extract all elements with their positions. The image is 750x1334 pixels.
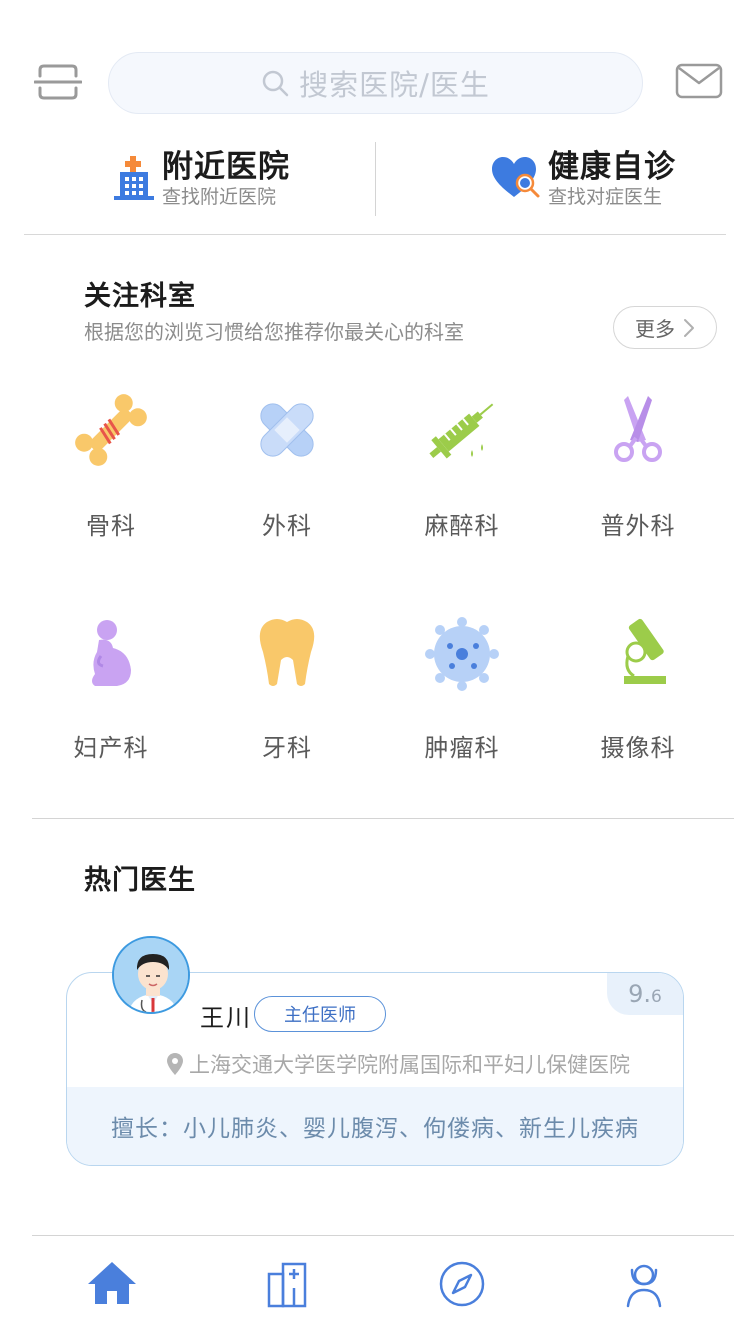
dept-label: 牙科	[262, 734, 312, 762]
section-divider	[24, 234, 726, 235]
more-label: 更多	[635, 317, 675, 341]
departments-subtitle: 根据您的浏览习惯给您推荐你最关心的科室	[84, 320, 464, 344]
bandage-icon	[260, 403, 314, 457]
bone-icon	[75, 394, 147, 466]
search-input[interactable]: 搜索医院/医生	[108, 52, 643, 114]
hospital-building-icon	[267, 1262, 307, 1308]
dept-label: 骨科	[86, 512, 136, 540]
compass-icon	[439, 1261, 485, 1307]
doctor-score: 9. 6	[607, 973, 683, 1015]
self-diagnosis-subtitle: 查找对症医生	[548, 186, 663, 208]
chevron-right-icon	[684, 318, 694, 337]
dept-general-surgery[interactable]: 普外科	[563, 390, 713, 541]
nearby-hospital-subtitle: 查找附近医院	[162, 186, 277, 208]
mail-icon	[675, 63, 723, 99]
score-main: 9.	[628, 980, 652, 1008]
cell-icon	[425, 617, 499, 691]
dept-obstetrics[interactable]: 妇产科	[36, 612, 186, 763]
scissors-icon	[614, 396, 662, 462]
doctor-name: 王川	[200, 1004, 252, 1032]
microscope-icon	[624, 618, 666, 684]
tabbar-divider	[32, 1235, 734, 1236]
search-icon	[262, 70, 289, 97]
doctor-title-badge: 主任医师	[254, 996, 386, 1032]
tab-home[interactable]	[86, 1258, 138, 1310]
more-button[interactable]: 更多	[613, 306, 717, 349]
score-decimal: 6	[651, 987, 662, 1007]
scan-icon	[33, 64, 83, 100]
message-button[interactable]	[675, 63, 723, 99]
hospital-name: 上海交通大学医学院附属国际和平妇儿保健医院	[189, 1053, 630, 1077]
tab-discover[interactable]	[436, 1258, 488, 1310]
tab-profile[interactable]	[618, 1258, 670, 1310]
dept-label: 外科	[262, 512, 312, 540]
heart-search-icon	[492, 157, 540, 198]
location-pin-icon	[167, 1053, 183, 1075]
self-diagnosis-title: 健康自诊	[548, 149, 676, 185]
quick-divider	[375, 142, 376, 216]
dept-label: 摄像科	[600, 734, 676, 762]
dept-label: 麻醉科	[424, 512, 500, 540]
user-icon	[626, 1264, 662, 1308]
dept-dentistry[interactable]: 牙科	[212, 612, 362, 763]
dept-label: 普外科	[600, 512, 676, 540]
hospital-icon	[114, 156, 154, 200]
avatar[interactable]	[112, 936, 190, 1014]
dept-surgery[interactable]: 外科	[212, 390, 362, 541]
doctor-hospital: 上海交通大学医学院附属国际和平妇儿保健医院	[167, 1049, 630, 1079]
nearby-hospital-title: 附近医院	[162, 149, 290, 185]
scan-button[interactable]	[33, 62, 83, 102]
departments-title: 关注科室	[84, 281, 196, 312]
section-divider	[32, 818, 734, 819]
dept-label: 妇产科	[73, 734, 149, 762]
dept-imaging[interactable]: 摄像科	[563, 612, 713, 763]
dept-anesthesiology[interactable]: 麻醉科	[387, 390, 537, 541]
home-icon	[88, 1262, 136, 1304]
search-placeholder: 搜索医院/医生	[299, 68, 490, 102]
self-diagnosis-entry[interactable]: 健康自诊 查找对症医生	[492, 140, 676, 218]
tooth-icon	[259, 619, 315, 686]
hot-doctors-title: 热门医生	[84, 865, 196, 896]
tab-hospital[interactable]	[262, 1258, 314, 1310]
doctor-specialty: 擅长：小儿肺炎、婴儿腹泻、佝偻病、新生儿疾病	[67, 1087, 683, 1165]
syringe-icon	[429, 403, 494, 459]
dept-orthopedics[interactable]: 骨科	[36, 390, 186, 541]
dept-label: 肿瘤科	[424, 734, 500, 762]
dept-oncology[interactable]: 肿瘤科	[387, 612, 537, 763]
pregnant-icon	[92, 620, 131, 686]
nearby-hospital-entry[interactable]: 附近医院 查找附近医院	[112, 140, 290, 218]
